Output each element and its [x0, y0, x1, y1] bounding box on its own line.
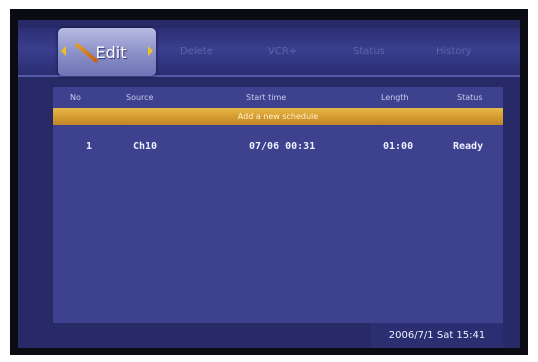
column-header-no: No	[70, 93, 81, 102]
row-1-no[interactable]: 1	[86, 141, 92, 152]
clock-box: 2006/7/1 Sat 15:41	[371, 323, 503, 348]
tab-vcr-plus[interactable]: VCR+	[268, 46, 297, 57]
tab-edit-label: Edit	[95, 42, 127, 62]
clock-text: 2006/7/1 Sat 15:41	[388, 330, 486, 341]
column-header-status: Status	[457, 93, 483, 102]
tab-edit[interactable]: Edit	[58, 28, 156, 76]
row-1-status[interactable]: Ready	[453, 141, 483, 152]
column-header-source: Source	[126, 93, 154, 102]
row-1-length[interactable]: 01:00	[383, 141, 413, 152]
row-1-source[interactable]: Ch10	[133, 141, 157, 152]
arrow-left-icon	[61, 46, 66, 56]
tab-history[interactable]: History	[436, 46, 472, 57]
tab-delete[interactable]: Delete	[180, 46, 213, 57]
column-header-start-time: Start time	[246, 93, 287, 102]
add-schedule-row[interactable]: Add a new schedule	[53, 108, 503, 125]
add-schedule-label: Add a new schedule	[237, 112, 319, 121]
arrow-right-icon	[148, 46, 153, 56]
column-header-length: Length	[381, 93, 409, 102]
tab-status[interactable]: Status	[353, 46, 385, 57]
row-1-start-time[interactable]: 07/06 00:31	[249, 141, 315, 152]
